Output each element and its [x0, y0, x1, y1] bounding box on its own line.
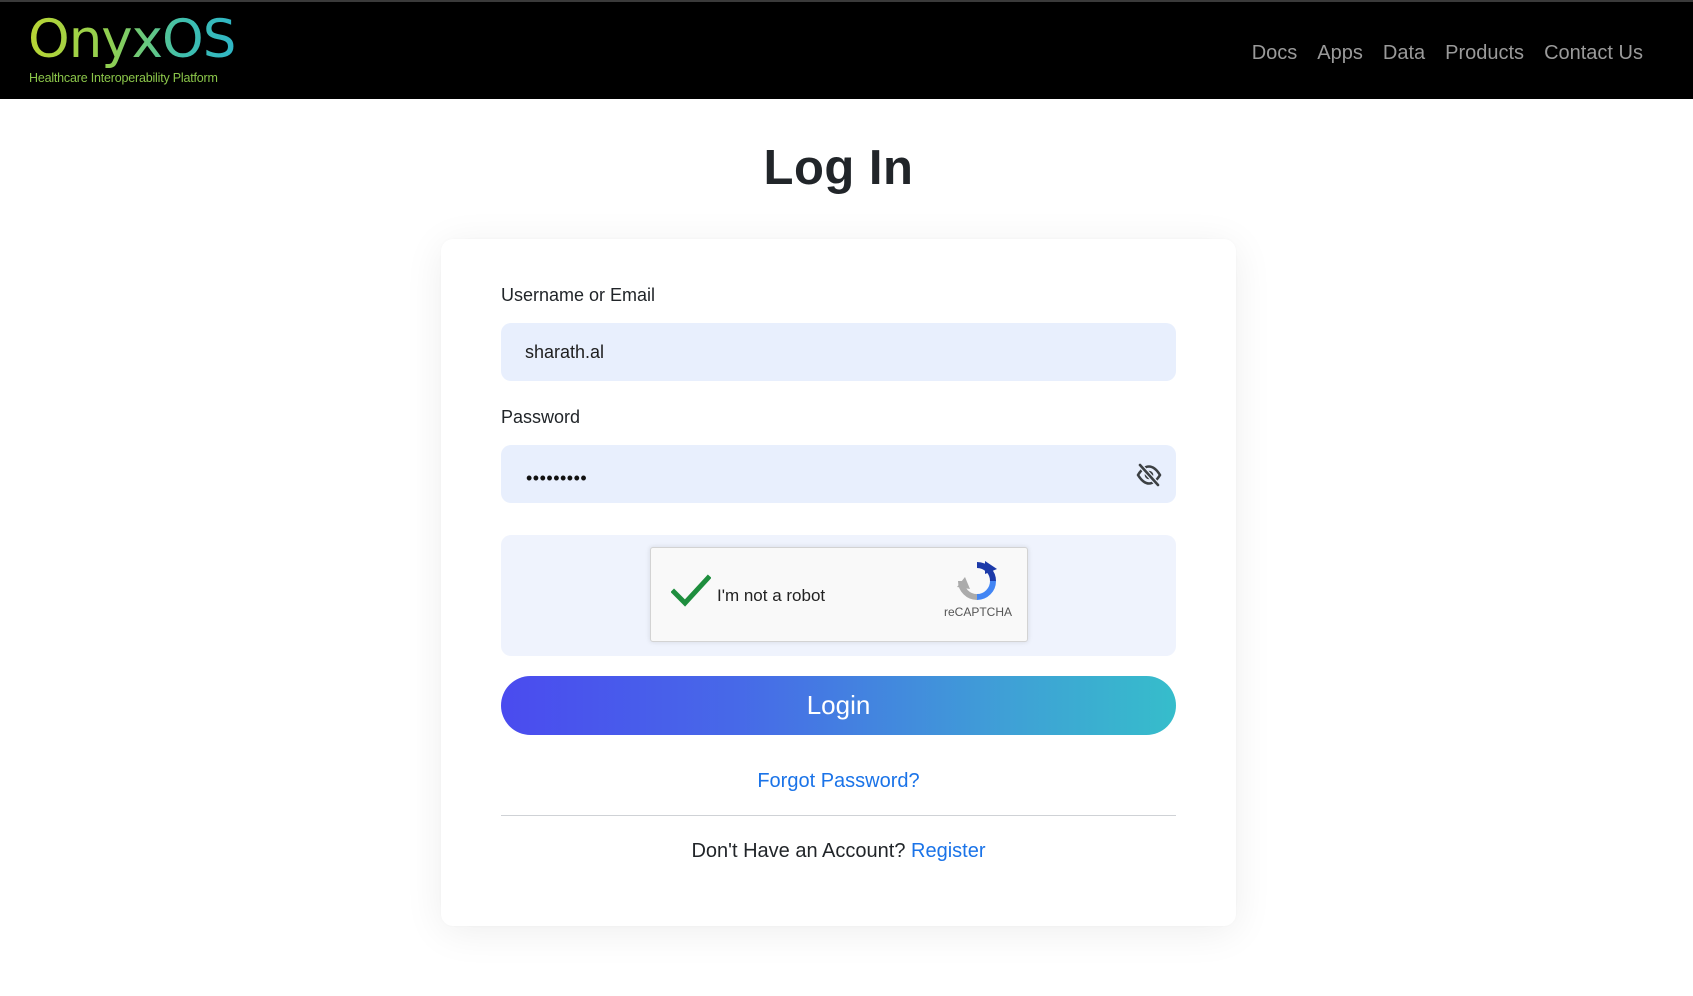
captcha-container: I'm not a robot reCAPTCHA: [501, 535, 1176, 656]
no-account-text: Don't Have an Account?: [691, 840, 906, 862]
eye-slash-icon[interactable]: [1135, 461, 1163, 489]
username-label: Username or Email: [501, 285, 656, 305]
captcha-label: I'm not a robot: [717, 586, 826, 605]
login-button[interactable]: Login: [501, 676, 1176, 735]
brand-name: OnyxOS: [28, 9, 236, 70]
password-masked-value: •••••••••: [526, 468, 588, 488]
login-card: Username or Email Password ••••••••• I'm…: [441, 239, 1236, 926]
divider: [501, 815, 1176, 816]
page-title: Log In: [763, 141, 914, 195]
recaptcha-widget: I'm not a robot reCAPTCHA: [650, 547, 1028, 642]
nav-link-contact-us[interactable]: Contact Us: [1534, 40, 1643, 66]
nav-link-data[interactable]: Data: [1373, 40, 1435, 66]
forgot-password-link[interactable]: Forgot Password?: [441, 770, 1236, 793]
username-input[interactable]: [501, 323, 1176, 381]
checkmark-icon[interactable]: [670, 574, 712, 608]
top-navbar: OnyxOS Healthcare Interoperability Platf…: [0, 0, 1693, 99]
password-label: Password: [501, 407, 581, 427]
password-input[interactable]: [501, 445, 1176, 503]
nav-links: Docs Apps Data Products Contact Us: [1242, 40, 1643, 66]
nav-link-docs[interactable]: Docs: [1242, 40, 1308, 66]
register-link[interactable]: Register: [911, 840, 985, 862]
brand-tagline: Healthcare Interoperability Platform: [29, 71, 218, 85]
brand-logo[interactable]: OnyxOS Healthcare Interoperability Platf…: [28, 10, 268, 90]
nav-link-apps[interactable]: Apps: [1307, 40, 1373, 66]
recaptcha-logo-icon: [957, 561, 997, 601]
nav-link-products[interactable]: Products: [1435, 40, 1534, 66]
captcha-brand: reCAPTCHA: [943, 605, 1012, 619]
register-prompt: Don't Have an Account? Register: [441, 840, 1236, 863]
